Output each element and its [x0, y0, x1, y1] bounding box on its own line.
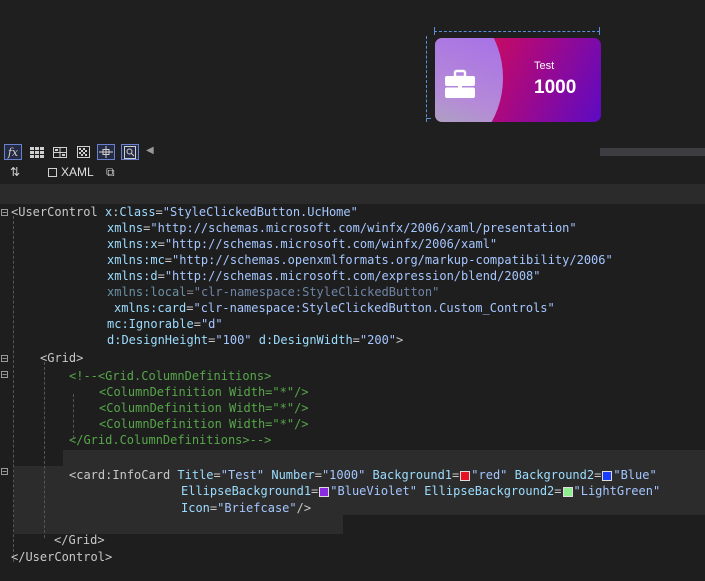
tab-xaml-label: XAML [61, 165, 94, 179]
code-line: xmlns:mc="http://schemas.openxmlformats.… [107, 253, 613, 267]
popout-icon[interactable]: ⧉ [106, 165, 115, 180]
view-tabbar: ⇅ XAML ⧉ [0, 162, 705, 184]
grid-icon[interactable] [28, 144, 46, 160]
xaml-code-editor[interactable]: − − − − <UserControl x:Class="StyleClick… [0, 204, 705, 581]
horizontal-scrollbar[interactable] [600, 148, 705, 156]
code-line: <!--<Grid.ColumnDefinitions> [69, 369, 272, 383]
card-title: Test [534, 60, 555, 72]
code-line: xmlns:local="clr-namespace:StyleClickedB… [107, 285, 440, 299]
zoom-fit-icon[interactable] [121, 144, 139, 160]
code-line: </Grid.ColumnDefinitions>--> [69, 433, 272, 447]
code-line: <UserControl x:Class="StyleClickedButton… [11, 205, 358, 219]
info-card-preview[interactable]: Test 1000 [435, 38, 601, 122]
code-line: xmlns:card="clr-namespace:StyleClickedBu… [114, 301, 555, 315]
collapse-arrow-icon[interactable]: ◀ [146, 145, 154, 156]
card-number: 1000 [534, 77, 577, 98]
color-swatch-blue[interactable] [602, 470, 613, 481]
code-line: xmlns:x="http://schemas.microsoft.com/wi… [107, 237, 498, 251]
code-line: xmlns:d="http://schemas.microsoft.com/ex… [107, 269, 541, 283]
code-line: d:DesignHeight="100" d:DesignWidth="200"… [107, 333, 404, 347]
code-line: <ColumnDefinition Width="*"/> [99, 385, 309, 399]
selection-outline-top [434, 31, 600, 32]
code-line: <Grid> [40, 351, 84, 365]
briefcase-icon [445, 69, 475, 98]
code-line: </UserControl> [11, 550, 113, 564]
resize-handle[interactable] [599, 27, 600, 35]
code-line: EllipseBackground1= "BlueViolet" EllipseB… [181, 484, 661, 498]
tab-xaml[interactable]: XAML [48, 165, 94, 179]
designer-toolbar: fx ◀ [0, 142, 705, 162]
code-line: </Grid> [54, 533, 105, 547]
color-swatch-lightgreen[interactable] [562, 486, 573, 497]
selection-outline-left [426, 36, 427, 122]
fx-button[interactable]: fx [4, 144, 22, 160]
color-swatch-red[interactable] [460, 470, 471, 481]
editor-navigation-bar[interactable] [0, 184, 705, 204]
designer-surface[interactable]: Test 1000 [0, 0, 705, 142]
swap-panes-icon[interactable]: ⇅ [10, 165, 20, 179]
code-line: <ColumnDefinition Width="*"/> [99, 417, 309, 431]
table-icon[interactable] [51, 144, 69, 160]
xaml-tab-icon [48, 167, 57, 177]
code-line: Icon="Briefcase"/> [181, 501, 312, 515]
resize-handle[interactable] [426, 118, 431, 119]
code-line: mc:Ignorable="d" [107, 317, 223, 331]
code-line: xmlns="http://schemas.microsoft.com/winf… [107, 221, 577, 235]
code-line: <card:InfoCard Title="Test" Number="1000… [69, 468, 657, 482]
code-line: <ColumnDefinition Width="*"/> [99, 401, 309, 415]
snap-icon[interactable] [97, 144, 115, 160]
color-swatch-blueviolet[interactable] [319, 486, 330, 497]
pattern-icon[interactable] [74, 144, 92, 160]
resize-handle[interactable] [434, 27, 435, 35]
